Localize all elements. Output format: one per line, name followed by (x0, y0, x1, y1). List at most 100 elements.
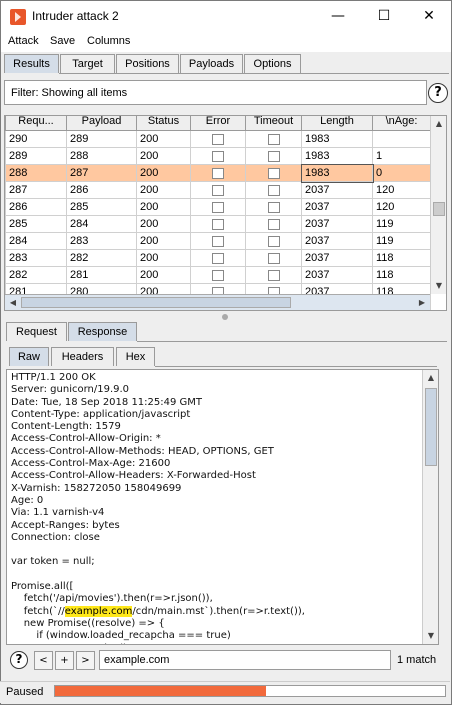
scroll-left-icon[interactable]: ◀ (5, 295, 21, 310)
scroll-up-icon[interactable]: ▲ (431, 116, 446, 132)
table-row[interactable]: 282 281 200 2037 118 (5, 266, 431, 284)
table-row[interactable]: 288 287 200 1983 0 (5, 163, 431, 183)
column-header-error[interactable]: Error (190, 116, 246, 131)
tab-options[interactable]: Options (244, 54, 301, 73)
tab-results[interactable]: Results (4, 54, 59, 73)
cell-length: 2037 (301, 181, 373, 199)
tab-target[interactable]: Target (60, 54, 115, 73)
menu-columns[interactable]: Columns (87, 35, 130, 47)
cell-status: 200 (136, 130, 191, 148)
filter-bar[interactable]: Filter: Showing all items (4, 80, 427, 105)
column-header-length[interactable]: Length (301, 116, 373, 131)
editor-vertical-scrollbar[interactable]: ▲ ▼ (422, 370, 438, 644)
close-button[interactable]: ✕ (406, 1, 452, 32)
cell-payload: 285 (66, 198, 137, 216)
cell-length: 1983 (301, 147, 373, 165)
results-table: Requ... Payload Status Error Timeout Len… (4, 115, 447, 311)
cell-timeout (245, 181, 302, 199)
tab-payloads[interactable]: Payloads (180, 54, 243, 73)
cell-payload: 283 (66, 232, 137, 250)
cell-request: 289 (5, 147, 67, 165)
table-row[interactable]: 283 282 200 2037 118 (5, 249, 431, 267)
table-row[interactable]: 286 285 200 2037 120 (5, 198, 431, 216)
response-editor[interactable]: HTTP/1.1 200 OK Server: gunicorn/19.9.0 … (6, 369, 439, 645)
tab-positions[interactable]: Positions (116, 54, 179, 73)
cell-age: 119 (372, 232, 431, 250)
highlight-line-suffix: /cdn/main.mst`).then(r=>r.text()), (132, 605, 305, 617)
view-tab-divider (155, 366, 437, 367)
highlight-line-prefix: fetch(`// (11, 605, 65, 617)
error-checkbox (212, 201, 224, 213)
table-row[interactable]: 290 289 200 1983 (5, 130, 431, 148)
editor-scroll-down-icon[interactable]: ▼ (423, 628, 438, 644)
search-input[interactable]: example.com (99, 650, 391, 670)
menu-attack[interactable]: Attack (8, 35, 39, 47)
response-lines: HTTP/1.1 200 OK Server: gunicorn/19.9.0 … (11, 372, 274, 605)
cell-request: 282 (5, 266, 67, 284)
cell-status: 200 (136, 198, 191, 216)
next-match-button[interactable]: > (76, 651, 95, 670)
cell-age (372, 130, 431, 148)
timeout-checkbox (267, 184, 280, 196)
error-checkbox (212, 269, 224, 281)
add-search-button[interactable]: + (55, 651, 74, 670)
window-title: Intruder attack 2 (32, 9, 119, 23)
column-header-status[interactable]: Status (136, 116, 191, 131)
table-horizontal-scrollbar[interactable]: ◀ ▶ (5, 294, 430, 310)
cell-error (190, 198, 246, 216)
editor-scroll-thumb[interactable] (425, 388, 437, 466)
cell-request: 285 (5, 215, 67, 233)
cell-error (190, 249, 246, 267)
table-row[interactable]: 285 284 200 2037 119 (5, 215, 431, 233)
cell-timeout (245, 215, 302, 233)
help-icon[interactable]: ? (428, 83, 448, 103)
timeout-checkbox (267, 235, 280, 247)
maximize-button[interactable]: ☐ (361, 1, 407, 32)
error-checkbox (212, 235, 224, 247)
cell-status: 200 (136, 164, 191, 182)
cell-age: 1 (372, 147, 431, 165)
menu-save[interactable]: Save (50, 35, 75, 47)
progress-bar (54, 685, 446, 697)
tab-response[interactable]: Response (68, 322, 137, 341)
cell-payload: 288 (66, 147, 137, 165)
scroll-right-icon[interactable]: ▶ (414, 295, 430, 310)
column-header-timeout[interactable]: Timeout (245, 116, 302, 131)
splitter-handle[interactable] (222, 314, 228, 320)
table-row[interactable]: 284 283 200 2037 119 (5, 232, 431, 250)
cell-length: 1983 (300, 163, 374, 183)
table-row[interactable]: 289 288 200 1983 1 (5, 147, 431, 165)
scroll-down-icon[interactable]: ▼ (431, 278, 446, 294)
horizontal-scroll-thumb[interactable] (21, 297, 291, 308)
editor-scroll-up-icon[interactable]: ▲ (423, 370, 438, 386)
tab-hex[interactable]: Hex (116, 347, 155, 366)
tab-raw[interactable]: Raw (9, 347, 49, 366)
tab-headers[interactable]: Headers (51, 347, 114, 366)
cell-error (190, 130, 246, 148)
tab-request[interactable]: Request (6, 322, 67, 341)
search-help-icon[interactable]: ? (10, 651, 28, 669)
cell-payload: 289 (66, 130, 137, 148)
table-vertical-scrollbar[interactable]: ▲ ▼ (430, 116, 446, 294)
minimize-button[interactable]: — (315, 1, 361, 32)
cell-timeout (245, 147, 302, 165)
column-header-request[interactable]: Requ... (5, 116, 67, 131)
timeout-checkbox (267, 252, 280, 264)
scroll-thumb[interactable] (433, 202, 445, 216)
pane-splitter[interactable] (4, 313, 447, 321)
results-grid: Requ... Payload Status Error Timeout Len… (5, 116, 431, 310)
response-text: HTTP/1.1 200 OK Server: gunicorn/19.9.0 … (11, 372, 305, 644)
column-header-age[interactable]: \nAge: (372, 116, 431, 131)
cell-status: 200 (136, 147, 191, 165)
previous-match-button[interactable]: < (34, 651, 53, 670)
status-bar: Paused (0, 681, 450, 703)
timeout-checkbox (267, 167, 280, 179)
column-header-payload[interactable]: Payload (66, 116, 137, 131)
cell-error (190, 181, 246, 199)
cell-status: 200 (136, 232, 191, 250)
error-checkbox (212, 150, 224, 162)
cell-length: 2037 (301, 249, 373, 267)
table-row[interactable]: 287 286 200 2037 120 (5, 181, 431, 199)
timeout-checkbox (267, 201, 280, 213)
timeout-checkbox (267, 218, 280, 230)
